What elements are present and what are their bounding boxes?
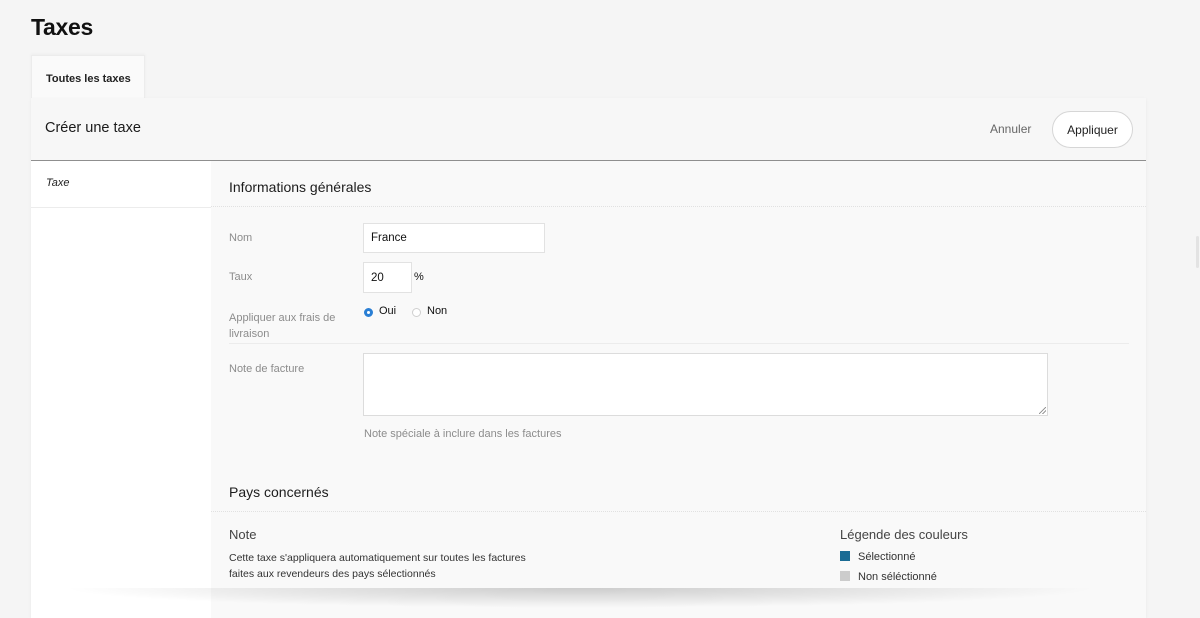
shipping-yes-radio[interactable]: [364, 308, 373, 317]
legend-item-unselected: Non séléctionné: [840, 571, 937, 583]
legend-label: Non séléctionné: [858, 571, 937, 583]
bottom-shadow: [60, 588, 1100, 608]
legend-swatch-unselected: [840, 571, 850, 581]
create-tax-card: Créer une taxe Annuler Appliquer Taxe In…: [31, 98, 1146, 618]
section-title-general: Informations générales: [229, 179, 372, 195]
invoice-note-label: Note de facture: [229, 363, 305, 375]
section-divider: [211, 206, 1146, 207]
tab-label: Toutes les taxes: [46, 72, 131, 85]
sidebar-item-tax[interactable]: Taxe: [31, 161, 211, 208]
rate-label: Taux: [229, 271, 253, 283]
scrollbar-hint[interactable]: [1196, 236, 1199, 268]
note-text: Cette taxe s'appliquera automatiquement …: [229, 552, 526, 580]
section-title-countries: Pays concernés: [229, 484, 329, 500]
legend-swatch-selected: [840, 551, 850, 561]
section-divider: [211, 511, 1146, 512]
sidebar-item-label: Taxe: [46, 177, 70, 189]
legend-title: Légende des couleurs: [840, 527, 968, 542]
name-label: Nom: [229, 232, 253, 244]
card-header: Créer une taxe Annuler Appliquer: [31, 98, 1146, 161]
name-input[interactable]: France: [363, 223, 545, 253]
sidebar: Taxe: [31, 161, 211, 618]
invoice-note-help: Note spéciale à inclure dans les facture…: [364, 428, 562, 440]
rate-percent-suffix: %: [414, 271, 424, 283]
page-title: Taxes: [31, 14, 94, 40]
note-title: Note: [229, 527, 257, 542]
cancel-button[interactable]: Annuler: [984, 118, 1037, 140]
apply-button[interactable]: Appliquer: [1052, 111, 1133, 148]
rate-input[interactable]: 20: [363, 262, 412, 293]
invoice-note-textarea[interactable]: [363, 353, 1048, 416]
shipping-no-label[interactable]: Non: [427, 305, 447, 317]
legend-label: Sélectionné: [858, 551, 916, 563]
form-title: Créer une taxe: [45, 120, 141, 136]
resize-handle-icon[interactable]: [1039, 407, 1046, 414]
shipping-label: Appliquer aux frais de livraison: [229, 312, 336, 340]
tab-all-taxes[interactable]: Toutes les taxes: [31, 55, 145, 99]
shipping-no-radio[interactable]: [412, 308, 421, 317]
shipping-yes-label[interactable]: Oui: [379, 305, 396, 317]
legend-item-selected: Sélectionné: [840, 551, 916, 563]
row-divider: [229, 343, 1129, 344]
form-main: Informations générales Nom France Taux 2…: [211, 161, 1146, 618]
